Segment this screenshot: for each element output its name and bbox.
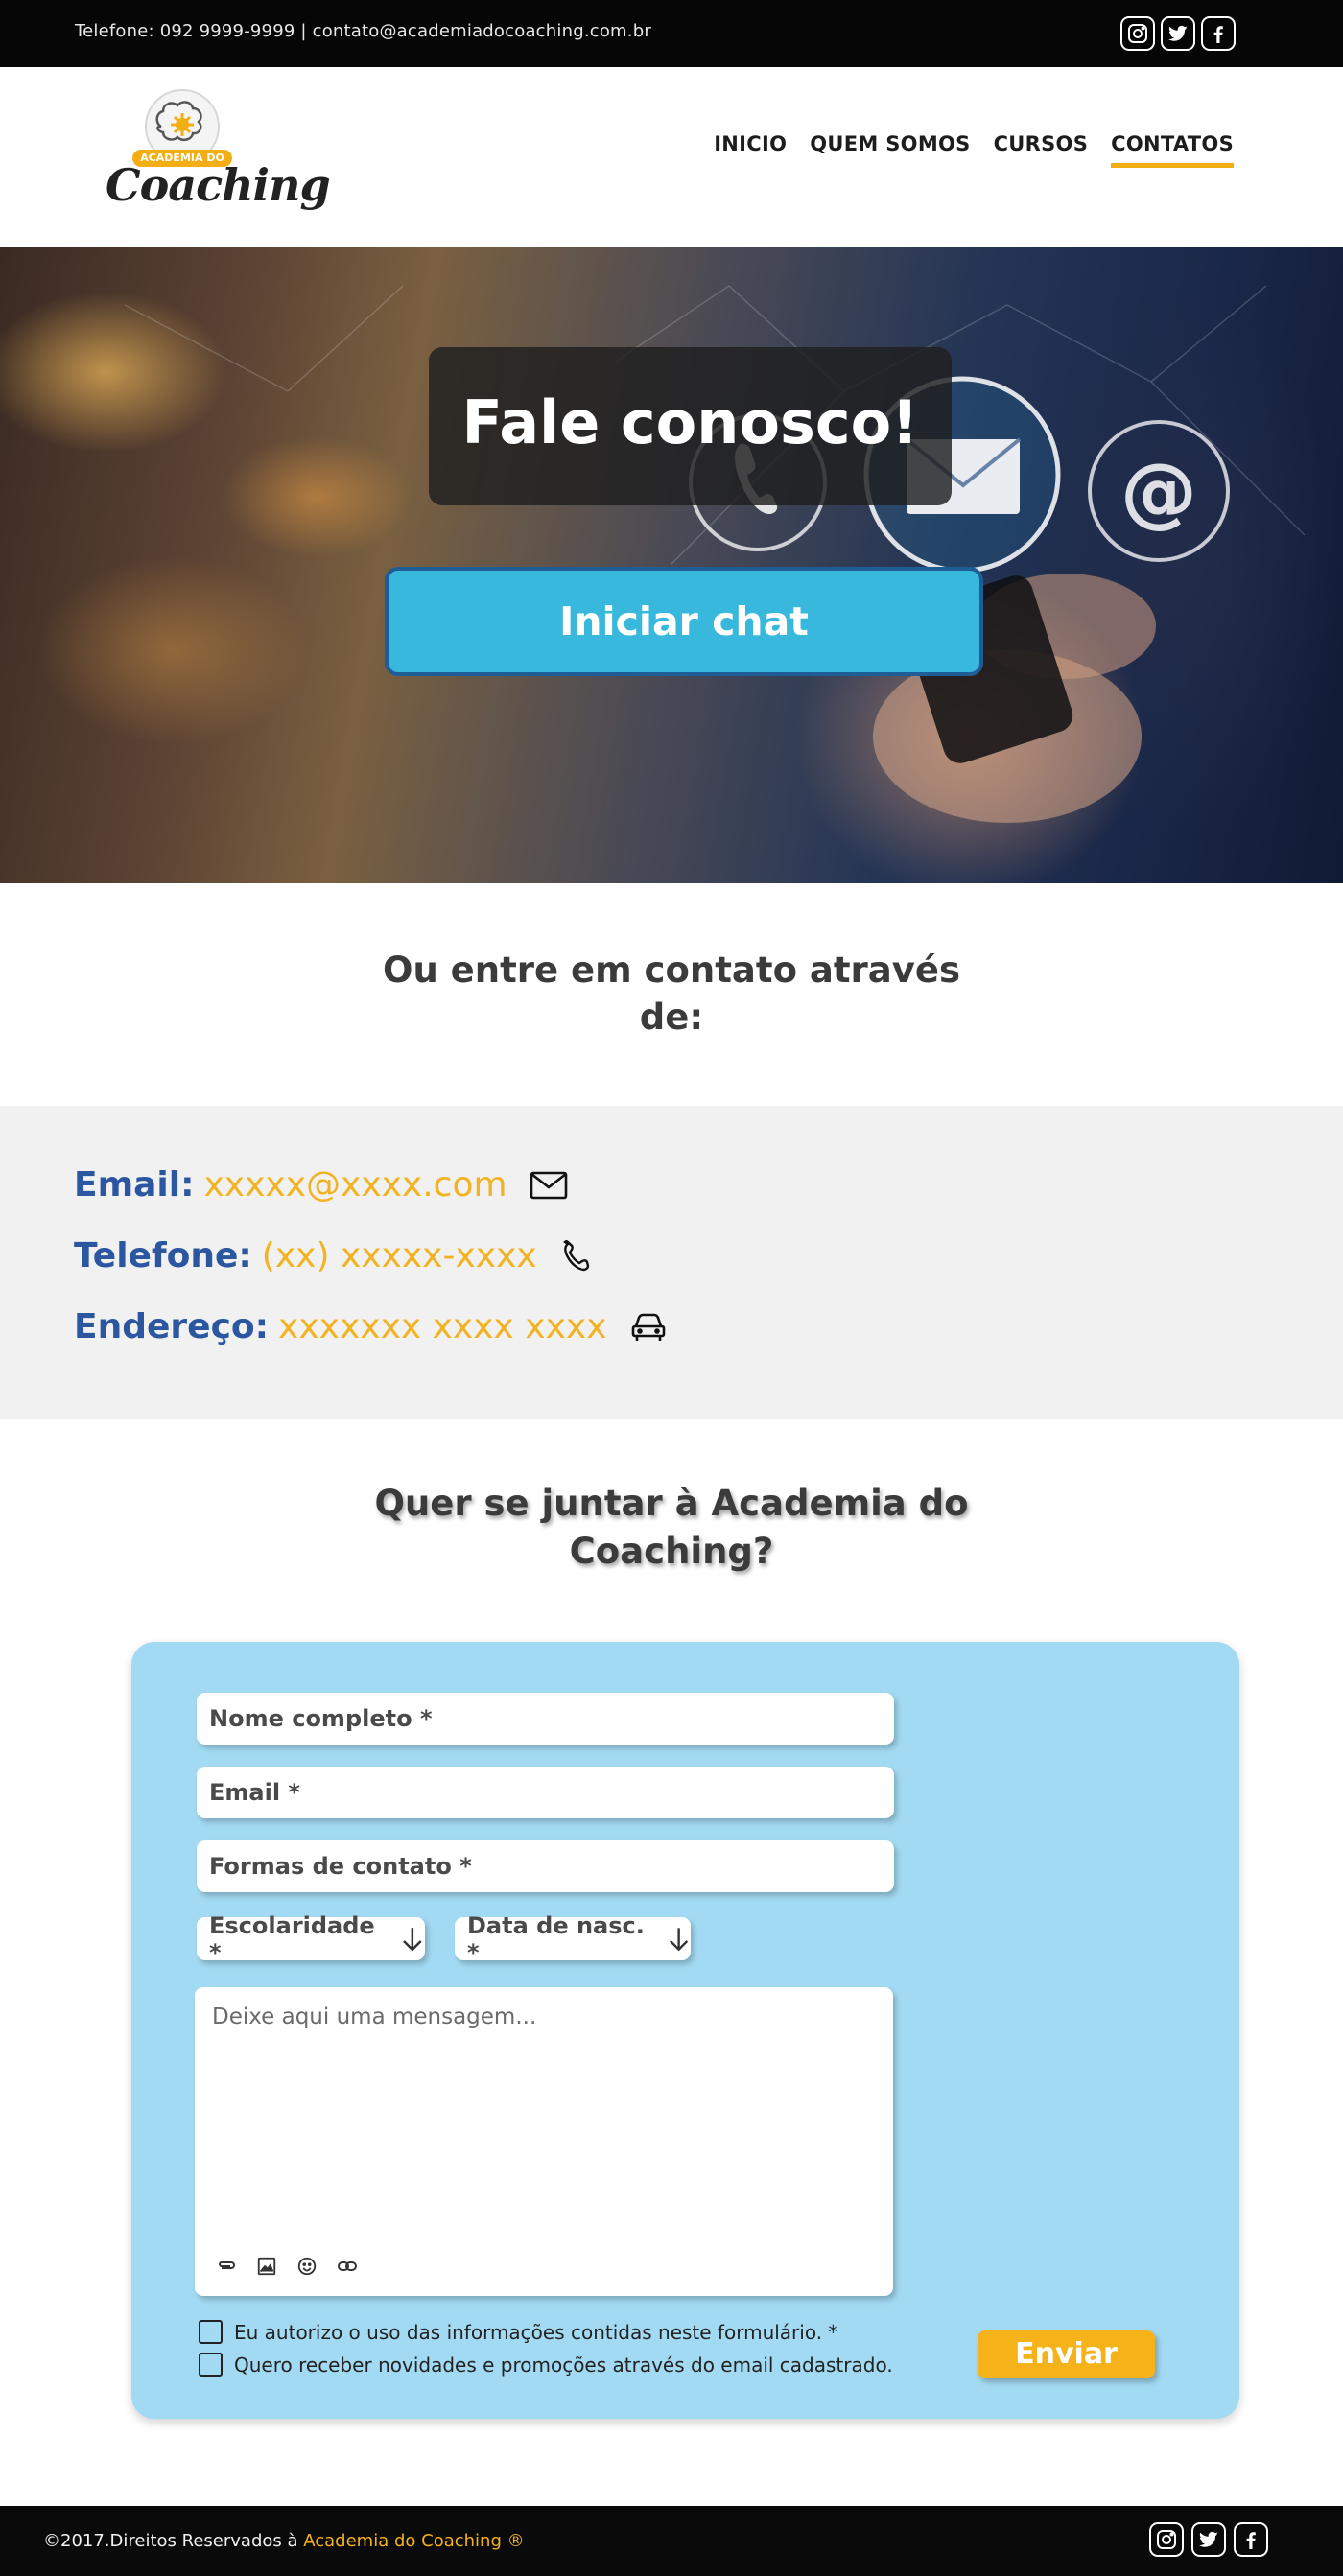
facebook-icon[interactable] [1234, 2522, 1268, 2557]
arrow-down-icon [669, 1927, 688, 1951]
nav-item-contatos[interactable]: CONTATOS [1111, 132, 1234, 168]
join-heading: Quer se juntar à Academia do Coaching? [374, 1483, 969, 1572]
site-footer: ©2017.Direitos Reservados à Academia do … [0, 2506, 1343, 2576]
nav-item-quem-somos[interactable]: QUEM SOMOS [810, 132, 970, 168]
academia-logo[interactable]: ACADEMIA DO Coaching [106, 84, 331, 228]
birth-date-select[interactable]: Data de nasc. * [455, 1912, 691, 1966]
phone-label: Telefone: [74, 1236, 252, 1276]
nav-item-inicio[interactable]: INICIO [714, 132, 787, 168]
svg-text:@: @ [1120, 447, 1197, 536]
email-label: Email: [74, 1165, 195, 1205]
instagram-icon[interactable] [1120, 16, 1155, 51]
signup-form-card: Nome completo * Email * Formas de contat… [131, 1642, 1239, 2419]
newsletter-checkbox[interactable] [199, 2353, 223, 2377]
footer-brand[interactable]: Academia do Coaching ® [303, 2531, 524, 2551]
instagram-icon[interactable] [1149, 2522, 1184, 2557]
copyright-text: ©2017.Direitos Reservados à [43, 2531, 304, 2551]
email-value[interactable]: xxxxx@xxxx.com [203, 1165, 507, 1205]
phone-value[interactable]: (xx) xxxxx-xxxx [262, 1236, 537, 1276]
main-nav: INICIO QUEM SOMOS CURSOS CONTATOS [714, 132, 1234, 168]
link-icon[interactable] [335, 2254, 360, 2279]
top-contact-info: Telefone: 092 9999-9999 | contato@academ… [75, 21, 651, 41]
facebook-icon[interactable] [1201, 16, 1236, 51]
birth-date-select-label: Data de nasc. * [467, 1911, 645, 1966]
twitter-icon[interactable] [1191, 2522, 1226, 2557]
at-circle-icon: @ [1088, 420, 1230, 562]
footer-copyright: ©2017.Direitos Reservados à Academia do … [43, 2531, 525, 2551]
hero-banner: @ Fale conosco! Iniciar chat [0, 247, 1343, 883]
phone-icon [558, 1239, 599, 1274]
contact-address-row: Endereço: xxxxxxx xxxx xxxx [74, 1307, 669, 1347]
message-textarea[interactable] [212, 2004, 864, 2225]
hero-title: Fale conosco! [461, 387, 919, 457]
contact-email-row: Email: xxxxx@xxxx.com [74, 1165, 569, 1205]
message-toolbar [214, 2254, 360, 2279]
contact-info-panel: Email: xxxxx@xxxx.com Telefone: (xx) xxx… [0, 1106, 1343, 1419]
mail-icon [529, 1168, 569, 1203]
car-icon [628, 1310, 669, 1345]
email-field[interactable]: Email * [197, 1767, 894, 1818]
hero-background-image: @ [124, 285, 1306, 823]
newsletter-row: Quero receber novidades e promoções atra… [199, 2353, 893, 2377]
nav-item-cursos[interactable]: CURSOS [994, 132, 1089, 168]
consent-label: Eu autorizo o uso das informações contid… [234, 2320, 838, 2344]
education-select-label: Escolaridade * [209, 1911, 375, 1966]
newsletter-label: Quero receber novidades e promoções atra… [234, 2353, 893, 2377]
arrow-down-icon [403, 1927, 422, 1952]
contact-heading: Ou entre em contato através de: [383, 949, 960, 1038]
full-name-field[interactable]: Nome completo * [197, 1693, 894, 1745]
contact-phone-row: Telefone: (xx) xxxxx-xxxx [74, 1236, 599, 1276]
footer-social-links [1149, 2522, 1268, 2557]
top-bar: Telefone: 092 9999-9999 | contato@academ… [0, 0, 1343, 67]
submit-button[interactable]: Enviar [978, 2330, 1155, 2378]
message-box [195, 1987, 893, 2296]
logo-wordmark: Coaching [106, 159, 331, 211]
contact-forms-field[interactable]: Formas de contato * [197, 1840, 894, 1892]
hero-title-box: Fale conosco! [429, 347, 952, 505]
emoji-icon[interactable] [295, 2254, 319, 2279]
twitter-icon[interactable] [1161, 16, 1195, 51]
education-select[interactable]: Escolaridade * [197, 1912, 425, 1966]
image-icon[interactable] [254, 2254, 279, 2279]
attachment-icon[interactable] [214, 2254, 239, 2279]
address-value[interactable]: xxxxxxx xxxx xxxx [278, 1307, 606, 1347]
start-chat-button[interactable]: Iniciar chat [385, 567, 983, 676]
top-social-links [1120, 16, 1236, 51]
site-header: ACADEMIA DO Coaching INICIO QUEM SOMOS C… [0, 67, 1343, 247]
consent-row: Eu autorizo o uso das informações contid… [199, 2320, 837, 2344]
address-label: Endereço: [74, 1307, 270, 1347]
consent-checkbox[interactable] [199, 2320, 223, 2344]
